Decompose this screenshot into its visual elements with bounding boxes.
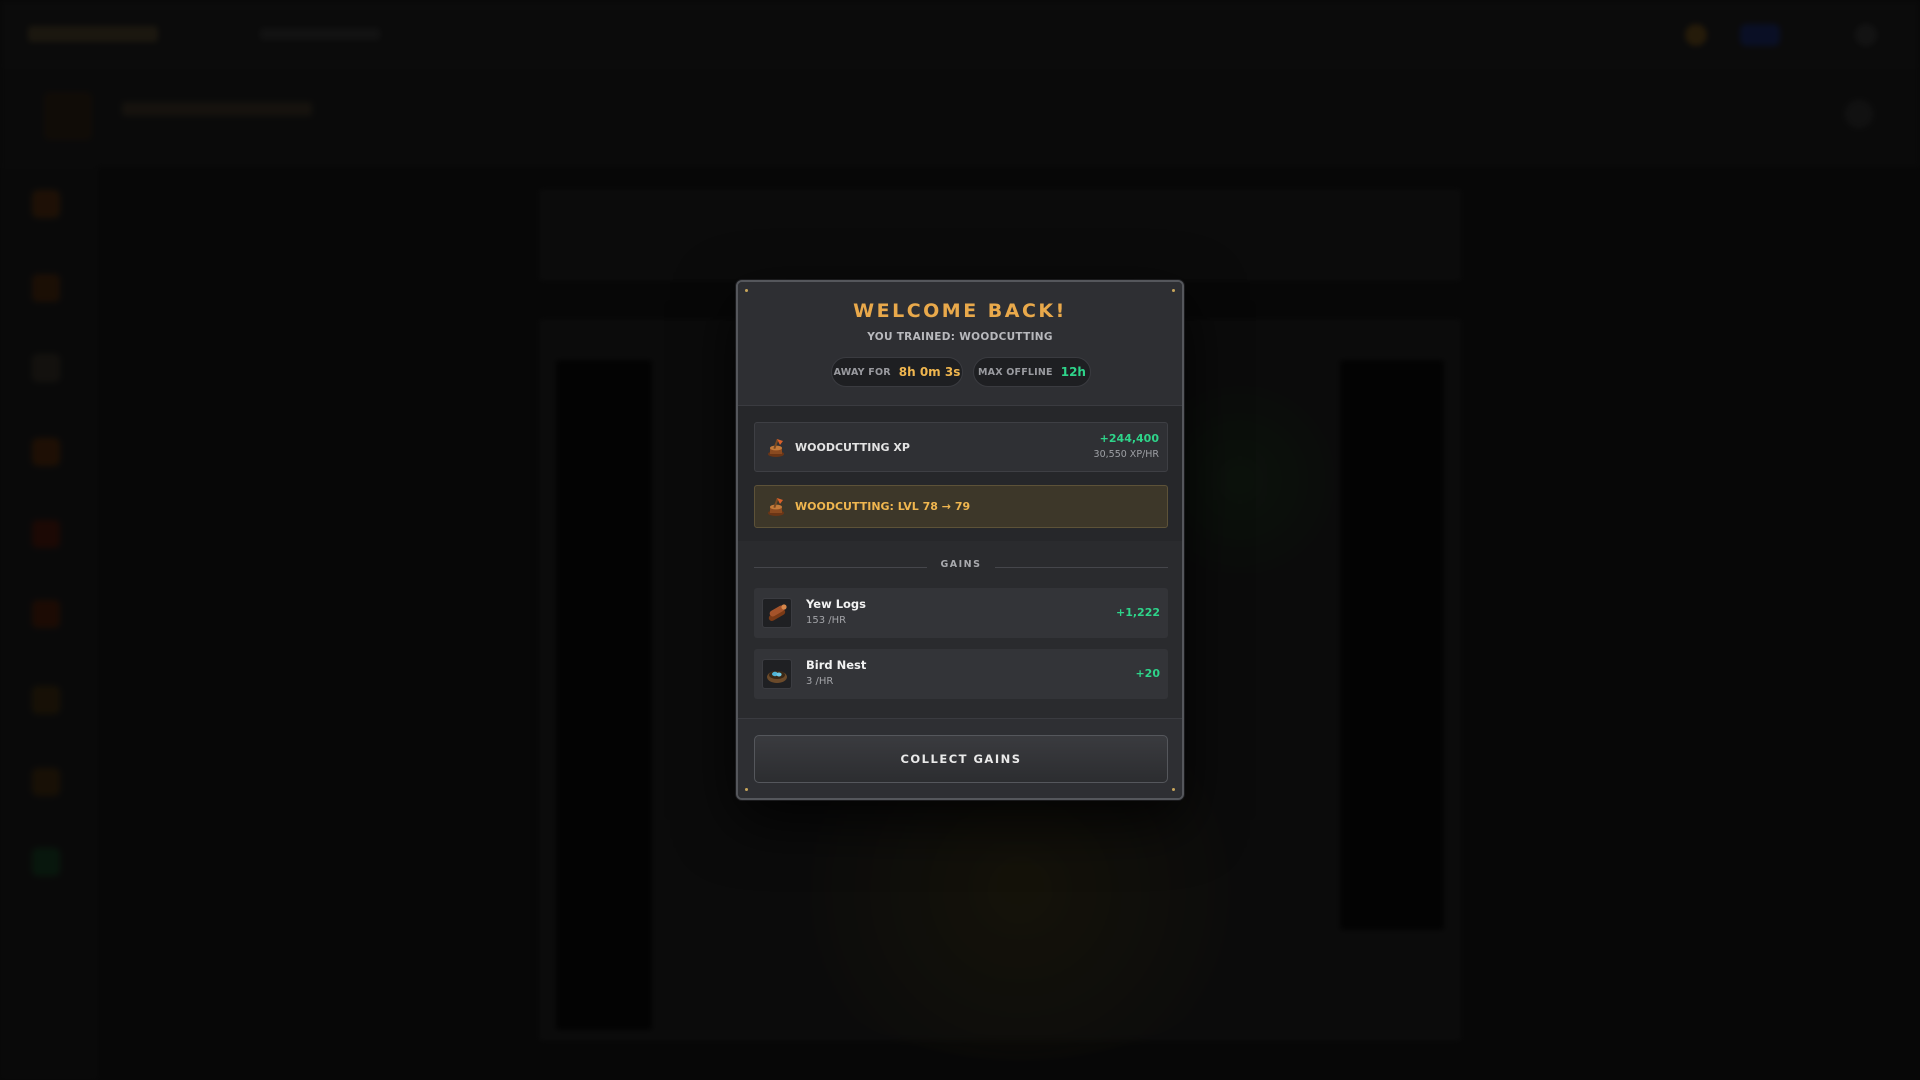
gain-item-row: Bird Nest 3 /HR +20 xyxy=(754,649,1168,699)
away-for-badge: AWAY FOR 8h 0m 3s xyxy=(831,357,963,387)
item-gain-amount: +20 xyxy=(1135,667,1160,680)
xp-label: WOODCUTTING XP xyxy=(795,441,910,454)
item-name: Yew Logs xyxy=(806,597,867,611)
item-rate: 153 /HR xyxy=(806,615,847,626)
item-rate: 3 /HR xyxy=(806,676,834,687)
corner-rivet xyxy=(745,289,748,292)
item-name: Bird Nest xyxy=(806,658,867,672)
woodcutting-axe-icon xyxy=(768,438,784,457)
xp-gain-value: +244,400 xyxy=(1099,432,1159,445)
level-up-label: WOODCUTTING: LVL 78 → 79 xyxy=(795,500,971,513)
xp-rate-value: 30,550 XP/HR xyxy=(1093,449,1159,460)
item-slot xyxy=(762,598,792,628)
corner-rivet xyxy=(1172,788,1175,791)
trained-skill-text: YOU TRAINED: WOODCUTTING xyxy=(867,331,1053,343)
xp-gain-row: WOODCUTTING XP +244,400 30,550 XP/HR xyxy=(754,422,1168,472)
collect-gains-button[interactable]: COLLECT GAINS xyxy=(754,735,1168,783)
yew-logs-icon xyxy=(768,604,787,621)
bird-nest-icon xyxy=(767,671,787,683)
corner-rivet xyxy=(745,788,748,791)
max-offline-label: MAX OFFLINE xyxy=(978,366,1053,378)
modal-header: WELCOME BACK! YOU TRAINED: WOODCUTTING A… xyxy=(738,282,1182,406)
level-up-row: WOODCUTTING: LVL 78 → 79 xyxy=(754,485,1168,528)
modal-title: WELCOME BACK! xyxy=(853,300,1067,322)
gains-heading: GAINS xyxy=(927,559,995,570)
gain-item-row: Yew Logs 153 /HR +1,222 xyxy=(754,588,1168,638)
item-gain-amount: +1,222 xyxy=(1115,606,1160,619)
welcome-back-modal: WELCOME BACK! YOU TRAINED: WOODCUTTING A… xyxy=(736,280,1184,800)
item-slot xyxy=(762,659,792,689)
max-offline-badge: MAX OFFLINE 12h xyxy=(973,357,1091,387)
woodcutting-axe-icon xyxy=(768,497,784,516)
away-for-label: AWAY FOR xyxy=(833,366,891,378)
corner-rivet xyxy=(1172,289,1175,292)
away-for-value: 8h 0m 3s xyxy=(898,365,961,379)
max-offline-value: 12h xyxy=(1060,365,1086,379)
